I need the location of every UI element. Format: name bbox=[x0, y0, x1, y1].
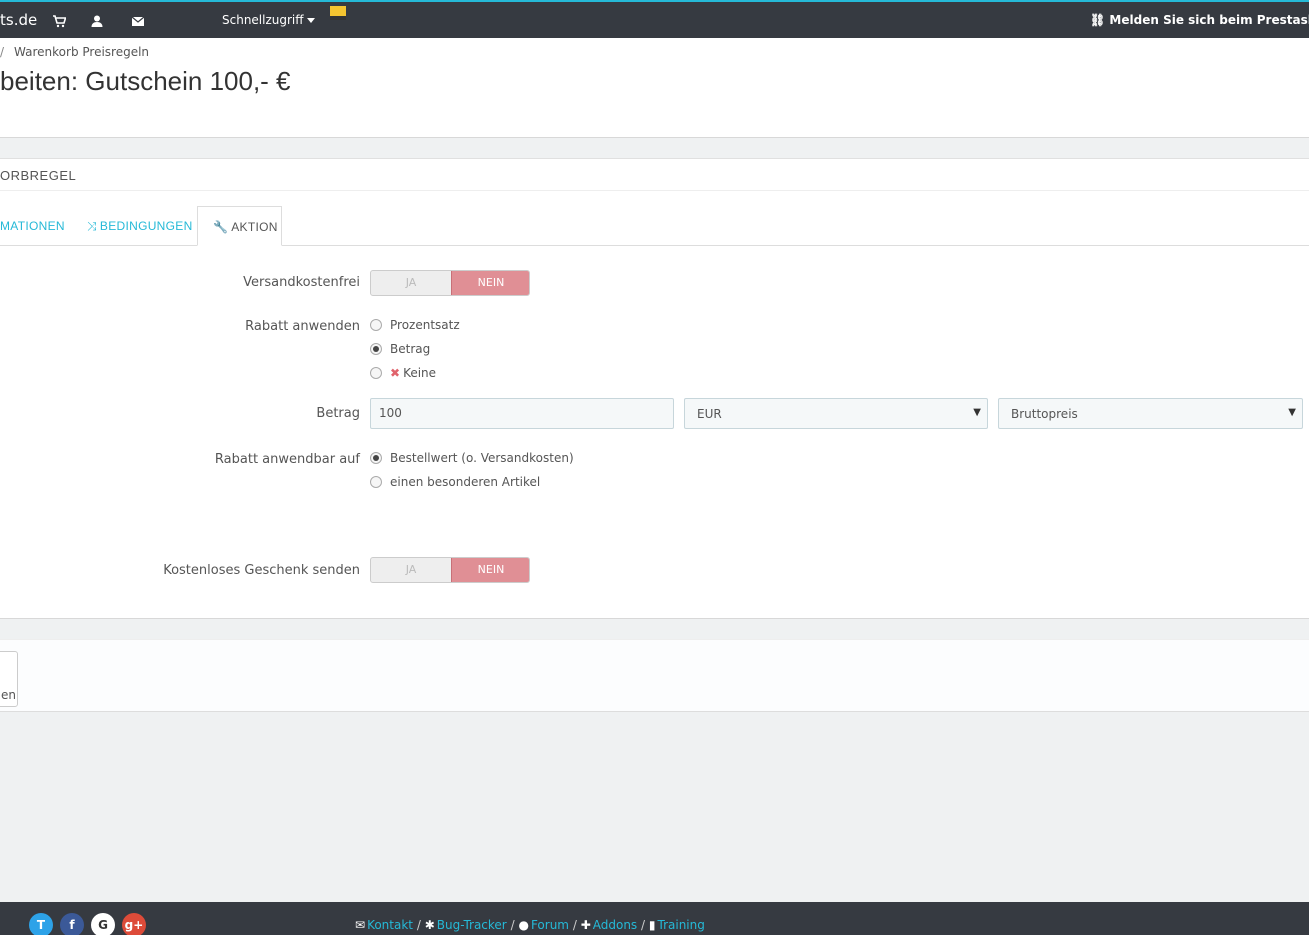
page-title: beiten: Gutschein 100,- € bbox=[0, 66, 291, 96]
tab-actions-label: AKTION bbox=[231, 220, 278, 234]
breadcrumb-current[interactable]: Warenkorb Preisregeln bbox=[14, 45, 149, 59]
free-shipping-label: Versandkostenfrei bbox=[243, 275, 360, 290]
tax-select-value: Bruttopreis bbox=[1011, 407, 1078, 421]
puzzle-icon: ✚ bbox=[580, 918, 591, 932]
currency-select[interactable]: EUR ▼ bbox=[684, 398, 988, 429]
github-icon[interactable]: G bbox=[91, 913, 115, 935]
breadcrumb: / Warenkorb Preisregeln bbox=[0, 45, 149, 59]
tab-information-label: MATIONEN bbox=[0, 219, 65, 233]
radio-percent[interactable]: Prozentsatz bbox=[370, 318, 460, 334]
tab-bar: MATIONEN ⤨ BEDINGUNGEN 🔧 AKTION bbox=[0, 206, 1309, 246]
radio-none[interactable]: ✖ Keine bbox=[370, 366, 436, 382]
radio-none-label: Keine bbox=[403, 366, 437, 380]
quick-access-label: Schnellzugriff bbox=[222, 13, 304, 27]
footer-link-training[interactable]: Training bbox=[658, 918, 705, 932]
envelope-icon: ✉ bbox=[355, 918, 366, 932]
radio-none-dot[interactable] bbox=[370, 366, 382, 379]
free-shipping-switch[interactable]: JA NEIN bbox=[370, 270, 530, 296]
free-gift-switch[interactable]: JA NEIN bbox=[370, 557, 530, 583]
radio-specific-product-dot[interactable] bbox=[370, 475, 382, 488]
apply-discount-label: Rabatt anwenden bbox=[245, 319, 360, 334]
radio-specific-product-label: einen besonderen Artikel bbox=[390, 475, 541, 489]
footer-separator: / bbox=[572, 918, 577, 932]
tab-information[interactable]: MATIONEN bbox=[0, 206, 65, 246]
comments-icon: ● bbox=[518, 918, 529, 932]
cancel-button-label: en bbox=[1, 688, 16, 702]
footer-links: ✉ Kontakt / ✱ Bug-Tracker / ● Forum / ✚ Addo… bbox=[355, 918, 705, 932]
currency-select-value: EUR bbox=[697, 407, 722, 421]
user-icon[interactable] bbox=[90, 14, 104, 28]
footer-link-contact[interactable]: Kontakt bbox=[367, 918, 413, 932]
radio-order-value-dot[interactable] bbox=[370, 451, 382, 464]
random-icon: ⤨ bbox=[87, 219, 97, 233]
radio-order-value-label: Bestellwert (o. Versandkosten) bbox=[390, 451, 574, 465]
times-icon: ✖ bbox=[390, 366, 401, 380]
breadcrumb-separator: / bbox=[0, 45, 5, 59]
amount-input[interactable]: 100 bbox=[370, 398, 674, 429]
footer-separator: / bbox=[416, 918, 421, 932]
footer-link-forum[interactable]: Forum bbox=[531, 918, 569, 932]
prestashop-login-link[interactable]: ⛓ Melden Sie sich beim Prestashop Ma bbox=[1090, 13, 1309, 27]
tab-conditions[interactable]: ⤨ BEDINGUNGEN bbox=[87, 206, 193, 246]
free-gift-yes[interactable]: JA bbox=[371, 558, 451, 582]
free-gift-no[interactable]: NEIN bbox=[451, 558, 529, 582]
select-arrow-icon: ▼ bbox=[973, 407, 981, 418]
amount-label: Betrag bbox=[316, 406, 360, 421]
panel-heading: ORBREGEL bbox=[0, 159, 1309, 191]
twitter-icon[interactable]: T bbox=[29, 913, 53, 935]
quick-access-dropdown[interactable]: Schnellzugriff bbox=[222, 13, 315, 27]
shop-name-link[interactable]: ts.de bbox=[0, 11, 37, 29]
tab-conditions-label: BEDINGUNGEN bbox=[99, 219, 193, 233]
tab-actions[interactable]: 🔧 AKTION bbox=[197, 206, 282, 246]
link-icon: ⛓ bbox=[1090, 13, 1110, 27]
radio-percent-dot[interactable] bbox=[370, 318, 382, 331]
select-arrow-icon: ▼ bbox=[1288, 407, 1296, 418]
login-notice-text: Melden Sie sich beim Prestashop Ma bbox=[1109, 13, 1309, 27]
free-shipping-yes[interactable]: JA bbox=[371, 271, 451, 295]
google-plus-icon[interactable]: g+ bbox=[122, 913, 146, 935]
cancel-button[interactable]: en bbox=[0, 651, 18, 707]
apply-to-label: Rabatt anwendbar auf bbox=[214, 452, 360, 467]
cart-rule-panel: ORBREGEL MATIONEN ⤨ BEDINGUNGEN 🔧 AKTION V… bbox=[0, 158, 1309, 619]
radio-order-value[interactable]: Bestellwert (o. Versandkosten) bbox=[370, 451, 574, 467]
radio-percent-label: Prozentsatz bbox=[390, 318, 460, 332]
radio-amount[interactable]: Betrag bbox=[370, 342, 430, 358]
caret-down-icon bbox=[306, 18, 315, 23]
free-shipping-no[interactable]: NEIN bbox=[451, 271, 529, 295]
footer-link-bugtracker[interactable]: Bug-Tracker bbox=[437, 918, 507, 932]
envelope-icon[interactable] bbox=[131, 14, 145, 28]
book-icon: ▮ bbox=[648, 918, 656, 932]
wrench-icon: 🔧 bbox=[213, 220, 229, 234]
free-gift-label: Kostenloses Geschenk senden bbox=[163, 563, 360, 578]
footer-separator: / bbox=[510, 918, 515, 932]
radio-specific-product[interactable]: einen besonderen Artikel bbox=[370, 475, 540, 491]
radio-amount-dot[interactable] bbox=[370, 342, 382, 355]
footer-separator: / bbox=[641, 918, 646, 932]
footer-link-addons[interactable]: Addons bbox=[593, 918, 637, 932]
top-navbar: ts.de Schnellzugriff ⛓ Melden Sie sich b… bbox=[0, 0, 1309, 38]
radio-amount-label: Betrag bbox=[390, 342, 431, 356]
language-flag-icon[interactable] bbox=[330, 6, 346, 20]
facebook-icon[interactable]: f bbox=[60, 913, 84, 935]
tax-select[interactable]: Bruttopreis ▼ bbox=[998, 398, 1303, 429]
bug-icon: ✱ bbox=[424, 918, 435, 932]
shopping-cart-icon[interactable] bbox=[52, 14, 66, 28]
page-header: / Warenkorb Preisregeln beiten: Gutschein… bbox=[0, 38, 1309, 138]
panel-footer: en bbox=[0, 639, 1309, 712]
